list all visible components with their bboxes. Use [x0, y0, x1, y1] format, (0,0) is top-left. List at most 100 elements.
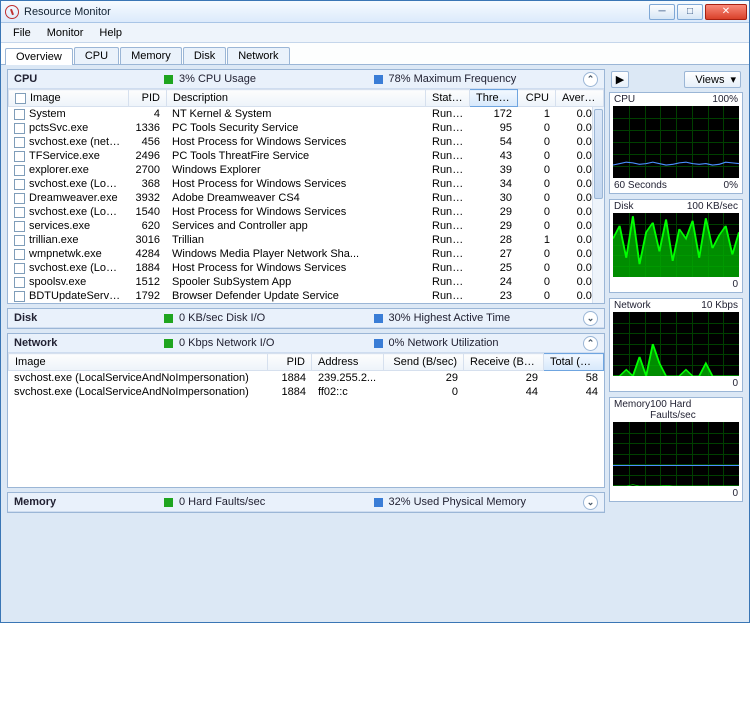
tab-disk[interactable]: Disk: [183, 47, 226, 64]
ncol-address[interactable]: Address: [312, 354, 384, 371]
select-all-checkbox[interactable]: [15, 93, 26, 104]
network-panel-header[interactable]: Network 0 Kbps Network I/O 0% Network Ut…: [8, 334, 604, 353]
row-checkbox[interactable]: [14, 277, 25, 288]
disk-collapse-button[interactable]: ⌄: [583, 311, 598, 326]
ncol-send[interactable]: Send (B/sec): [384, 354, 464, 371]
tab-overview[interactable]: Overview: [5, 48, 73, 65]
row-checkbox[interactable]: [14, 109, 25, 120]
memory-used-text: 32% Used Physical Memory: [389, 496, 527, 508]
col-pid[interactable]: PID: [129, 90, 167, 107]
table-row[interactable]: trillian.exe3016TrillianRunni...2810.05: [8, 233, 604, 247]
memory-collapse-button[interactable]: ⌄: [583, 495, 598, 510]
col-status[interactable]: Status: [426, 90, 470, 107]
menu-monitor[interactable]: Monitor: [39, 25, 92, 41]
table-row[interactable]: spoolsv.exe1512Spooler SubSystem AppRunn…: [8, 275, 604, 289]
row-checkbox[interactable]: [14, 165, 25, 176]
app-icon: [5, 5, 19, 19]
row-checkbox[interactable]: [14, 221, 25, 232]
table-row[interactable]: BDTUpdateService.exe1792Browser Defender…: [8, 289, 604, 303]
disk-panel: Disk 0 KB/sec Disk I/O 30% Highest Activ…: [7, 308, 605, 329]
row-checkbox[interactable]: [14, 137, 25, 148]
disk-panel-header[interactable]: Disk 0 KB/sec Disk I/O 30% Highest Activ…: [8, 309, 604, 328]
chart-scale: 100%: [712, 94, 738, 105]
ncol-receive[interactable]: Receive (B/sec): [464, 354, 544, 371]
col-description[interactable]: Description: [167, 90, 426, 107]
tab-network[interactable]: Network: [227, 47, 289, 64]
memory-panel-header[interactable]: Memory 0 Hard Faults/sec 32% Used Physic…: [8, 493, 604, 512]
cpu-chart: CPU100% 60 Seconds0%: [609, 92, 743, 194]
network-collapse-button[interactable]: ⌃: [583, 336, 598, 351]
views-button[interactable]: Views▾: [684, 71, 741, 88]
chevron-down-icon: ▾: [730, 73, 736, 86]
table-row[interactable]: TFService.exe2496PC Tools ThreatFire Ser…: [8, 149, 604, 163]
hide-charts-button[interactable]: ▶: [611, 71, 629, 88]
window-title: Resource Monitor: [24, 6, 647, 18]
ncol-total[interactable]: Total (B/sec): [544, 354, 604, 371]
table-row[interactable]: svchost.exe (LocalServiceAndNoImpersonat…: [8, 385, 604, 399]
cpu-scrollbar[interactable]: [592, 107, 604, 303]
table-row[interactable]: pctsSvc.exe1336PC Tools Security Service…: [8, 121, 604, 135]
cpu-collapse-button[interactable]: ⌃: [583, 72, 598, 87]
memory-faults-text: 0 Hard Faults/sec: [179, 496, 265, 508]
titlebar[interactable]: Resource Monitor ─ □ ✕: [1, 1, 749, 23]
chart-title: CPU: [614, 94, 635, 105]
menu-help[interactable]: Help: [91, 25, 130, 41]
network-table: Image PID Address Send (B/sec) Receive (…: [8, 353, 604, 371]
row-checkbox[interactable]: [14, 179, 25, 190]
chart-area: [613, 106, 739, 178]
col-image[interactable]: Image: [9, 90, 129, 107]
row-checkbox[interactable]: [14, 235, 25, 246]
cpu-table-body: System4NT Kernel & SystemRunni...17210.0…: [8, 107, 604, 303]
cpu-freq-text: 78% Maximum Frequency: [389, 73, 517, 85]
cpu-freq-icon: [374, 75, 383, 84]
cpu-rows: System4NT Kernel & SystemRunni...17210.0…: [8, 107, 604, 303]
network-panel: Network 0 Kbps Network I/O 0% Network Ut…: [7, 333, 605, 488]
row-checkbox[interactable]: [14, 263, 25, 274]
table-row[interactable]: System4NT Kernel & SystemRunni...17210.0…: [8, 107, 604, 121]
minimize-button[interactable]: ─: [649, 4, 675, 20]
row-checkbox[interactable]: [14, 151, 25, 162]
col-average[interactable]: Averag...: [556, 90, 604, 107]
table-row[interactable]: Dreamweaver.exe3932Adobe Dreamweaver CS4…: [8, 191, 604, 205]
maximize-button[interactable]: □: [677, 4, 703, 20]
row-checkbox[interactable]: [14, 123, 25, 134]
network-chart: Network10 Kbps 0: [609, 298, 743, 392]
chart-foot-right: 0: [732, 378, 738, 389]
table-row[interactable]: svchost.exe (LocalServiceAn...1884Host P…: [8, 261, 604, 275]
chart-area: [613, 213, 739, 277]
table-row[interactable]: svchost.exe (LocalSystemNet...368Host Pr…: [8, 177, 604, 191]
scrollbar-thumb[interactable]: [594, 109, 603, 199]
table-row[interactable]: wmpnetwk.exe4284Windows Media Player Net…: [8, 247, 604, 261]
chart-foot-left: 60 Seconds: [614, 180, 667, 191]
menu-file[interactable]: File: [5, 25, 39, 41]
row-checkbox[interactable]: [14, 193, 25, 204]
cpu-panel-header[interactable]: CPU 3% CPU Usage 78% Maximum Frequency ⌃: [8, 70, 604, 89]
menubar: File Monitor Help: [1, 23, 749, 43]
chart-scale: 100 Hard Faults/sec: [650, 399, 738, 421]
network-util-icon: [374, 339, 383, 348]
col-threads[interactable]: Threads: [470, 90, 518, 107]
ncol-pid[interactable]: PID: [268, 354, 312, 371]
network-io-icon: [164, 339, 173, 348]
chart-scale: 10 Kbps: [701, 300, 738, 311]
memory-panel: Memory 0 Hard Faults/sec 32% Used Physic…: [7, 492, 605, 513]
row-checkbox[interactable]: [14, 291, 25, 302]
ncol-image[interactable]: Image: [9, 354, 268, 371]
left-column: CPU 3% CPU Usage 78% Maximum Frequency ⌃…: [1, 65, 609, 622]
cpu-usage-text: 3% CPU Usage: [179, 73, 256, 85]
tab-cpu[interactable]: CPU: [74, 47, 119, 64]
table-row[interactable]: services.exe620Services and Controller a…: [8, 219, 604, 233]
row-checkbox[interactable]: [14, 249, 25, 260]
tab-memory[interactable]: Memory: [120, 47, 182, 64]
cpu-usage-icon: [164, 75, 173, 84]
table-row[interactable]: svchost.exe (netsvcs)456Host Process for…: [8, 135, 604, 149]
table-row[interactable]: explorer.exe2700Windows ExplorerRunni...…: [8, 163, 604, 177]
table-row[interactable]: svchost.exe (LocalServiceNo...1540Host P…: [8, 205, 604, 219]
col-cpu[interactable]: CPU: [518, 90, 556, 107]
table-row[interactable]: svchost.exe (LocalServiceAndNoImpersonat…: [8, 371, 604, 385]
network-io-text: 0 Kbps Network I/O: [179, 337, 274, 349]
close-button[interactable]: ✕: [705, 4, 747, 20]
memory-faults-icon: [164, 498, 173, 507]
row-checkbox[interactable]: [14, 207, 25, 218]
tabs: Overview CPU Memory Disk Network: [1, 43, 749, 65]
